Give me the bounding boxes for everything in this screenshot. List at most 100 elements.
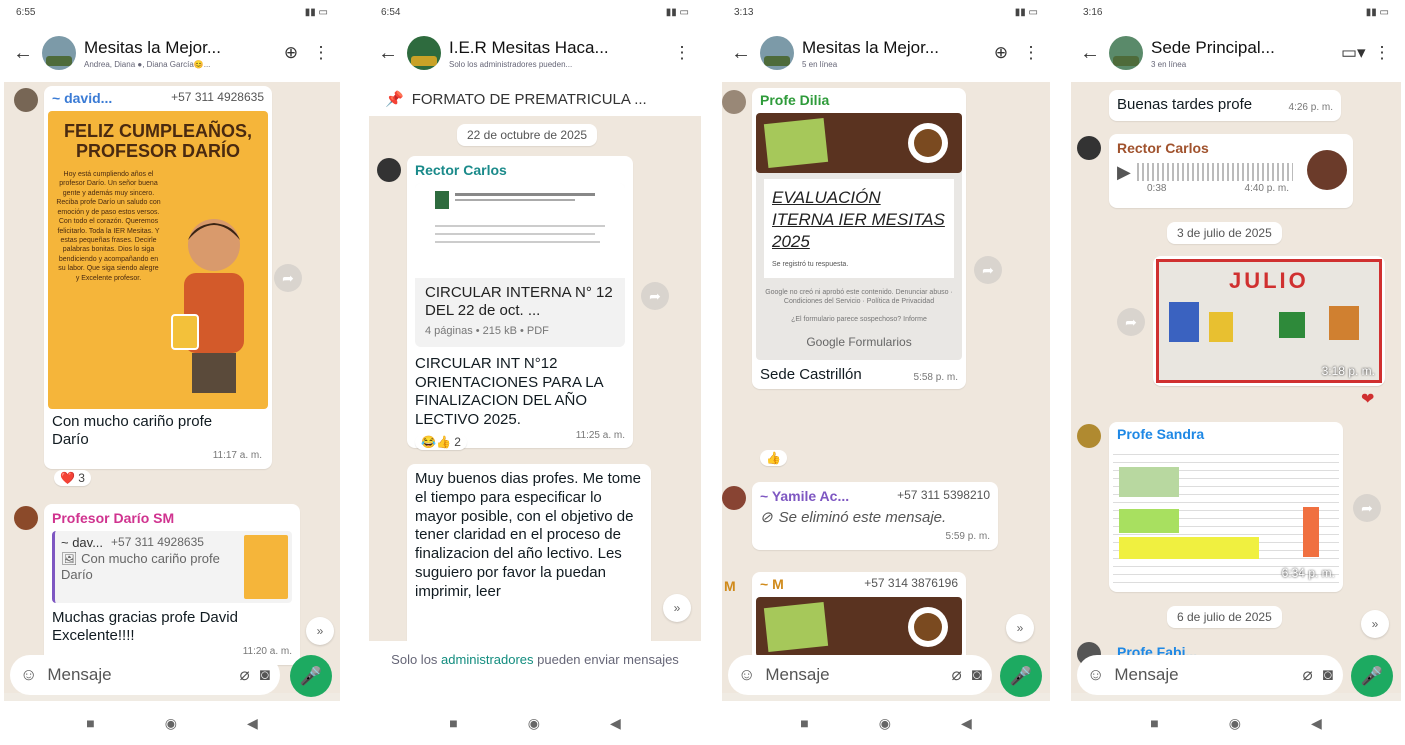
emoji-icon[interactable]: ☺ [738,665,755,685]
group-avatar[interactable] [760,36,794,70]
message-bubble[interactable]: ~ Yamile Ac... +57 311 5398210 ⊘ Se elim… [752,482,998,550]
camera-icon[interactable]: ◙ [260,665,270,685]
message-bubble[interactable]: Profe Dilia EVALUACIÓN ITERNA IER MESITA… [752,88,966,389]
sender-avatar[interactable] [722,486,746,510]
birthday-poster-image[interactable]: FELIZ CUMPLEAÑOS, PROFESOR DARÍO Hoy est… [48,110,268,409]
camera-icon[interactable]: ◙ [972,665,982,685]
quoted-message[interactable]: ~ dav... +57 311 4928635 🖼 Con mucho car… [52,530,292,603]
message-bubble[interactable]: ~ david... +57 311 4928635 FELIZ CUMPLEA… [44,86,272,469]
more-options-icon[interactable]: ⋮ [1020,43,1042,63]
pinned-message-bar[interactable]: 📌 FORMATO DE PREMATRICULA ... [369,82,701,116]
message-sender[interactable]: Profe Dilia [756,92,962,110]
message-sender[interactable]: ~ Yamile Ac... [760,488,849,506]
message-bubble[interactable]: Profesor Darío SM ~ dav... +57 311 49286… [44,504,300,665]
message-input[interactable]: Mensaje [765,665,941,685]
reaction-badge[interactable]: ❤️ 3 [54,470,91,486]
back-arrow-icon[interactable]: ← [377,42,399,65]
scroll-down-button[interactable]: » [663,594,691,622]
back-arrow-icon[interactable]: ← [12,42,34,65]
more-options-icon[interactable]: ⋮ [671,43,693,63]
forward-icon[interactable]: ➦ [974,256,1002,284]
message-bubble[interactable]: Profe Sandra 6:34 p. m. [1109,422,1343,592]
chat-area[interactable]: 22 de octubre de 2025 Rector Carlos CIRC… [369,116,701,641]
attach-icon[interactable]: ⌀ [239,665,249,685]
spreadsheet-image[interactable]: 6:34 p. m. [1113,446,1339,583]
chat-area[interactable]: ~ david... +57 311 4928635 FELIZ CUMPLEA… [4,82,340,693]
message-sender[interactable]: Profe Sandra [1113,426,1339,444]
group-avatar[interactable] [42,36,76,70]
home-icon[interactable]: ◉ [528,715,540,732]
sender-avatar[interactable] [1077,136,1101,160]
add-call-icon[interactable]: ⊕ [280,43,302,63]
message-composer[interactable]: ☺ Mensaje ⌀ ◙ [10,655,280,695]
mic-button[interactable]: 🎤 [290,655,332,697]
photo-message[interactable]: JULIO 3:18 p. m. [1153,256,1385,386]
reaction-badge[interactable]: 😂👍 2 [415,434,467,450]
message-sender[interactable]: ~ david... [52,90,112,108]
home-icon[interactable]: ◉ [1229,715,1241,732]
sender-avatar[interactable] [1077,424,1101,448]
home-icon[interactable]: ◉ [879,715,891,732]
more-options-icon[interactable]: ⋮ [1371,43,1393,63]
play-icon[interactable]: ▶ [1117,161,1131,184]
emoji-icon[interactable]: ☺ [20,665,37,685]
forward-icon[interactable]: ➦ [1353,494,1381,522]
message-sender[interactable]: ~ M [760,576,784,594]
sender-avatar[interactable] [14,88,38,112]
google-form-preview[interactable]: EVALUACIÓN ITERNA IER MESITAS 2025 Se re… [756,112,962,360]
home-icon[interactable]: ◉ [165,715,177,732]
pdf-document[interactable]: CIRCULAR INTERNA N° 12 DEL 22 de oct. ..… [415,182,625,347]
forward-icon[interactable]: ➦ [274,264,302,292]
mic-button[interactable]: 🎤 [1000,655,1042,697]
message-bubble[interactable]: Rector Carlos CIRCULAR INTERNA N° 12 DEL… [407,156,633,449]
scroll-down-button[interactable]: » [1361,610,1389,638]
mic-button[interactable]: 🎤 [1351,655,1393,697]
recents-icon[interactable]: ■ [800,715,808,731]
camera-icon[interactable]: ◙ [1323,665,1333,685]
audio-message-bubble[interactable]: Rector Carlos ▶ 0:38 4:40 p. m. [1109,134,1353,208]
forward-icon[interactable]: ➦ [1117,308,1145,336]
video-call-icon[interactable]: ▭▾ [1341,43,1366,63]
chat-area[interactable]: Profe Dilia EVALUACIÓN ITERNA IER MESITA… [722,82,1050,693]
sender-avatar-initial[interactable]: M [724,578,736,594]
message-sender[interactable]: Rector Carlos [415,162,625,180]
back-arrow-icon[interactable]: ← [1079,42,1101,65]
recents-icon[interactable]: ■ [86,715,94,731]
chat-header-text[interactable]: I.E.R Mesitas Haca... Solo los administr… [449,38,663,69]
scroll-down-button[interactable]: » [1006,614,1034,642]
group-avatar[interactable] [1109,36,1143,70]
chat-header-text[interactable]: Mesitas la Mejor... Andrea, Diana ●, Dia… [84,38,272,69]
admins-link[interactable]: administradores [441,652,534,667]
emoji-icon[interactable]: ☺ [1087,665,1104,685]
more-options-icon[interactable]: ⋮ [310,43,332,63]
chat-area[interactable]: Buenas tardes profe 4:26 p. m. Rector Ca… [1071,82,1401,693]
reaction-badge[interactable]: ❤ [1355,388,1380,410]
add-call-icon[interactable]: ⊕ [990,43,1012,63]
group-avatar[interactable] [407,36,441,70]
audio-waveform[interactable] [1136,162,1293,181]
back-arrow-icon[interactable]: ← [730,42,752,65]
recents-icon[interactable]: ■ [449,715,457,731]
message-input[interactable]: Mensaje [47,665,229,685]
message-sender[interactable]: Rector Carlos [1117,140,1345,158]
scroll-down-button[interactable]: » [306,617,334,645]
recents-icon[interactable]: ■ [1150,715,1158,731]
chat-header-text[interactable]: Mesitas la Mejor... 5 en línea [802,38,982,69]
attach-icon[interactable]: ⌀ [1302,665,1312,685]
sender-avatar[interactable] [14,506,38,530]
sender-avatar[interactable] [722,90,746,114]
nav-back-icon[interactable]: ◀ [247,715,258,732]
message-input[interactable]: Mensaje [1114,665,1292,685]
chat-header-text[interactable]: Sede Principal... 3 en línea [1151,38,1333,69]
message-bubble[interactable]: Buenas tardes profe 4:26 p. m. [1109,90,1341,121]
nav-back-icon[interactable]: ◀ [961,715,972,732]
message-composer[interactable]: ☺ Mensaje ⌀ ◙ [1077,655,1343,695]
reaction-badge[interactable]: 👍 [760,450,787,466]
message-composer[interactable]: ☺ Mensaje ⌀ ◙ [728,655,992,695]
message-bubble[interactable]: Muy buenos dias profes. Me tome el tiemp… [407,464,651,641]
message-sender[interactable]: Profesor Darío SM [52,510,292,528]
nav-back-icon[interactable]: ◀ [610,715,621,732]
forward-icon[interactable]: ➦ [641,282,669,310]
sender-avatar[interactable] [377,158,401,182]
attach-icon[interactable]: ⌀ [951,665,961,685]
